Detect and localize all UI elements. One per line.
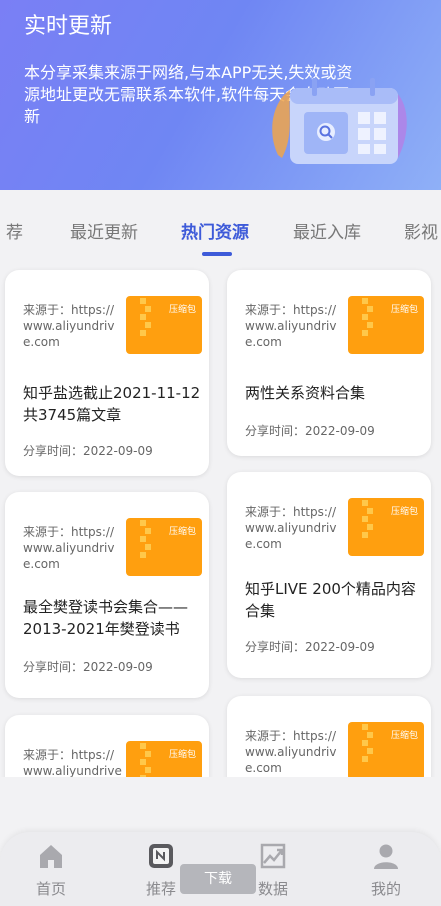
tab-movies[interactable]: 影视 — [404, 218, 438, 243]
tab-recent-update[interactable]: 最近更新 — [70, 218, 138, 243]
zip-icon — [140, 741, 151, 777]
nav-home[interactable]: 首页 — [16, 832, 86, 906]
archive-thumbnail: 压缩包 — [348, 722, 424, 777]
share-time: 分享时间：2022-09-09 — [23, 444, 153, 458]
thumb-label: 压缩包 — [168, 527, 196, 537]
calendar-search-illustration — [272, 78, 407, 164]
zip-icon — [362, 296, 373, 354]
thumb-label: 压缩包 — [168, 750, 196, 760]
zip-icon — [362, 498, 373, 556]
resource-card[interactable]: 来源于：https://www.aliyundrive.com 压缩包 最全樊登… — [5, 492, 209, 698]
user-icon — [374, 844, 398, 869]
card-title: 知乎盐选截止2021-11-12共3745篇文章 — [23, 384, 201, 424]
thumb-label: 压缩包 — [390, 507, 418, 517]
archive-thumbnail: 压缩包 — [348, 296, 424, 354]
chart-icon — [260, 843, 286, 869]
active-tab-indicator — [202, 252, 232, 256]
card-title: 知乎LIVE 200个精品内容合集 — [245, 580, 416, 620]
archive-thumbnail: 压缩包 — [126, 296, 202, 354]
source-text: 来源于：https://www.aliyundrive.com — [23, 525, 115, 571]
share-time: 分享时间：2022-09-09 — [245, 640, 375, 654]
category-tabs: 荐 最近更新 热门资源 最近入库 影视 — [0, 190, 441, 262]
source-text: 来源于：https://www.aliyundrive — [23, 748, 122, 777]
banner-title: 实时更新 — [24, 14, 113, 39]
share-time: 分享时间：2022-09-09 — [23, 660, 153, 674]
tab-recent-stored[interactable]: 最近入库 — [293, 218, 361, 243]
resource-card[interactable]: 来源于：https://www.aliyundrive.com 压缩包 知乎盐选… — [5, 270, 209, 476]
nav-mine[interactable]: 我的 — [351, 832, 421, 906]
card-title: 最全樊登读书会集合——2013-2021年樊登读书会... — [23, 598, 189, 638]
download-button[interactable]: 下载 — [180, 864, 256, 894]
nav-label: 首页 — [35, 880, 66, 898]
home-icon — [40, 845, 62, 868]
recommend-icon — [149, 844, 173, 868]
zip-icon — [140, 518, 151, 576]
thumb-label: 压缩包 — [390, 731, 418, 741]
resource-card[interactable]: 来源于：https://www.aliyundrive 压缩包 — [5, 715, 209, 777]
source-text: 来源于：https://www.aliyundrive.com — [245, 303, 337, 349]
banner: 实时更新 本分享采集来源于网络,与本APP无关,失效或资源地址更改无需联系本软件… — [0, 0, 441, 190]
thumb-label: 压缩包 — [168, 305, 196, 315]
zip-icon — [362, 722, 373, 777]
nav-label: 我的 — [370, 880, 401, 898]
tab-hot-resources[interactable]: 热门资源 — [181, 218, 249, 243]
thumb-label: 压缩包 — [390, 305, 418, 315]
archive-thumbnail: 压缩包 — [126, 741, 202, 777]
source-text: 来源于：https://www.aliyundrive.com — [245, 729, 337, 775]
card-title: 两性关系资料合集 — [245, 384, 366, 402]
resource-card[interactable]: 来源于：https://www.aliyundrive.com 压缩包 知乎LI… — [227, 472, 431, 678]
source-text: 来源于：https://www.aliyundrive.com — [245, 505, 337, 551]
share-time: 分享时间：2022-09-09 — [245, 424, 375, 438]
archive-thumbnail: 压缩包 — [348, 498, 424, 556]
resource-card[interactable]: 来源于：https://www.aliyundrive.com 压缩包 两性关系… — [227, 270, 431, 456]
zip-icon — [140, 296, 151, 354]
source-text: 来源于：https://www.aliyundrive.com — [23, 303, 115, 349]
resource-list: 来源于：https://www.aliyundrive.com 压缩包 知乎盐选… — [0, 262, 441, 777]
tab-recommend[interactable]: 荐 — [6, 218, 23, 243]
archive-thumbnail: 压缩包 — [126, 518, 202, 576]
resource-card[interactable]: 来源于：https://www.aliyundrive.com 压缩包 — [227, 696, 431, 777]
